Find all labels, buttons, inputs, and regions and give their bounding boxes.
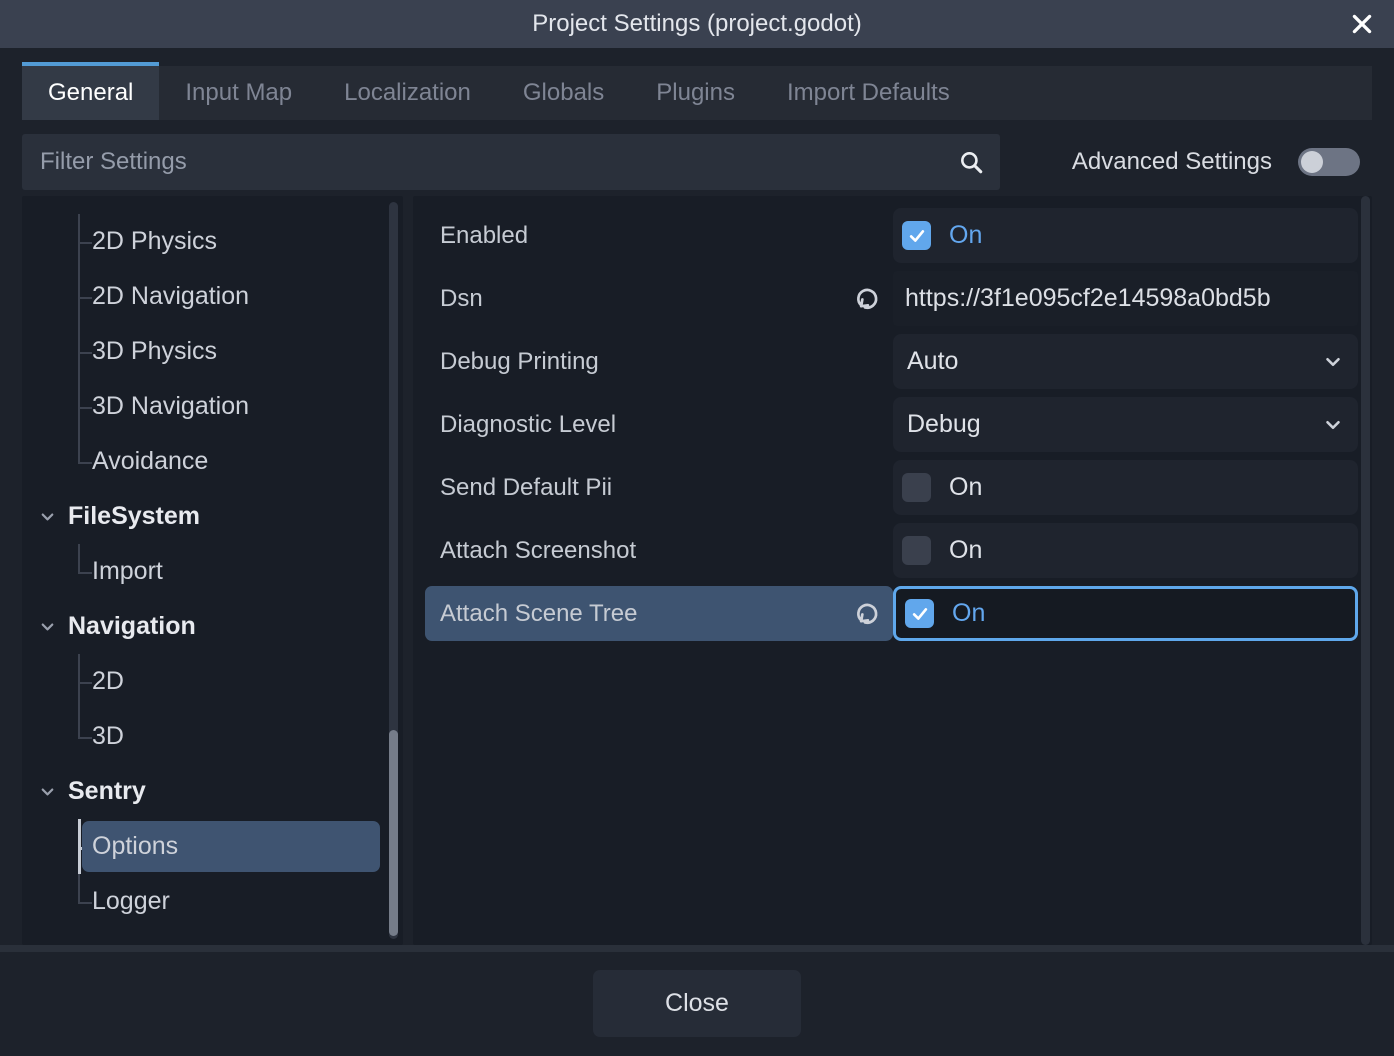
settings-tree: 2D Physics 2D Navigation 3D Physics 3D N… (22, 196, 403, 929)
tree-item-label: 2D Physics (92, 227, 217, 256)
tree-item-label: FileSystem (68, 502, 200, 531)
chevron-down-icon[interactable] (38, 782, 57, 801)
checkbox-state-label: On (949, 221, 982, 250)
panel-bottom-divider (0, 945, 1394, 952)
dialog-title: Project Settings (project.godot) (532, 10, 862, 38)
dsn-value: https://3f1e095cf2e14598a0bd5b (905, 284, 1271, 313)
enabled-checkbox-cell[interactable]: On (893, 208, 1358, 263)
tree-item-sentry[interactable]: Sentry (22, 764, 403, 819)
tree-item-3d-physics[interactable]: 3D Physics (22, 324, 403, 379)
filter-settings-box (22, 134, 1000, 190)
setting-label: Diagnostic Level (440, 411, 616, 439)
dropdown-value: Debug (907, 410, 981, 439)
checkbox-state-label: On (952, 599, 985, 628)
setting-row-debug-printing: Debug Printing Auto (413, 334, 1372, 389)
advanced-settings-toggle[interactable] (1298, 148, 1360, 176)
setting-row-enabled: Enabled On (413, 208, 1372, 263)
tree-item-import[interactable]: Import (22, 544, 403, 599)
chevron-down-icon (1322, 351, 1344, 373)
checkbox-checked-icon[interactable] (905, 599, 934, 628)
setting-label: Enabled (440, 222, 528, 250)
tree-item-label: Avoidance (92, 447, 208, 476)
tree-item-navigation[interactable]: Navigation (22, 599, 403, 654)
tree-item-2d-physics[interactable]: 2D Physics (22, 214, 403, 269)
setting-row-attach-scene-tree: Attach Scene Tree On (413, 586, 1372, 641)
tab-general[interactable]: General (22, 66, 159, 120)
tree-item-avoidance[interactable]: Avoidance (22, 434, 403, 489)
tree-item-2d[interactable]: 2D (22, 654, 403, 709)
checkbox-state-label: On (949, 536, 982, 565)
setting-label: Attach Screenshot (440, 537, 636, 565)
settings-detail-panel: Enabled On Dsn https://3f1e095cf2e14598a… (413, 196, 1372, 945)
tab-import-defaults[interactable]: Import Defaults (761, 66, 976, 120)
setting-row-diagnostic-level: Diagnostic Level Debug (413, 397, 1372, 452)
setting-label: Dsn (440, 285, 483, 313)
tree-item-2d-navigation[interactable]: 2D Navigation (22, 269, 403, 324)
chevron-down-icon[interactable] (38, 507, 57, 526)
revert-icon[interactable] (853, 285, 881, 313)
checkbox-unchecked-icon[interactable] (902, 536, 931, 565)
titlebar: Project Settings (project.godot) (0, 0, 1394, 48)
tree-item-logger[interactable]: Logger (22, 874, 403, 929)
setting-label: Debug Printing (440, 348, 599, 376)
setting-row-dsn: Dsn https://3f1e095cf2e14598a0bd5b (413, 271, 1372, 326)
setting-label: Attach Scene Tree (440, 600, 637, 628)
diagnostic-level-dropdown[interactable]: Debug (893, 397, 1358, 452)
advanced-settings-group: Advanced Settings (1072, 134, 1360, 190)
tree-item-label: 2D Navigation (92, 282, 249, 311)
advanced-settings-label: Advanced Settings (1072, 148, 1272, 176)
tab-label: Globals (523, 79, 604, 107)
tree-item-label: 3D Physics (92, 337, 217, 366)
attach-screenshot-checkbox-cell[interactable]: On (893, 523, 1358, 578)
tree-item-label: Options (92, 832, 178, 861)
toggle-knob (1301, 151, 1323, 173)
send-default-pii-checkbox-cell[interactable]: On (893, 460, 1358, 515)
checkbox-checked-icon[interactable] (902, 221, 931, 250)
tree-item-label: 3D Navigation (92, 392, 249, 421)
attach-scene-tree-checkbox-cell[interactable]: On (893, 586, 1358, 641)
tree-item-3d[interactable]: 3D (22, 709, 403, 764)
tab-label: General (48, 79, 133, 107)
dropdown-value: Auto (907, 347, 958, 376)
tree-scrollbar-grabber[interactable] (389, 730, 398, 936)
tree-item-label: 3D (92, 722, 124, 751)
tab-plugins[interactable]: Plugins (630, 66, 761, 120)
tab-bar: General Input Map Localization Globals P… (22, 66, 1372, 120)
close-icon[interactable] (1344, 6, 1380, 42)
tree-item-3d-navigation[interactable]: 3D Navigation (22, 379, 403, 434)
settings-rows: Enabled On Dsn https://3f1e095cf2e14598a… (413, 196, 1372, 641)
settings-scrollbar-track[interactable] (1361, 196, 1370, 945)
chevron-down-icon (1322, 414, 1344, 436)
project-settings-dialog: Project Settings (project.godot) General… (0, 0, 1394, 1056)
dsn-text-input[interactable]: https://3f1e095cf2e14598a0bd5b (893, 271, 1358, 326)
setting-row-send-default-pii: Send Default Pii On (413, 460, 1372, 515)
chevron-down-icon[interactable] (38, 617, 57, 636)
tree-item-label: Logger (92, 887, 170, 916)
tree-item-label: Navigation (68, 612, 196, 641)
settings-tree-panel: 2D Physics 2D Navigation 3D Physics 3D N… (22, 196, 403, 945)
tab-label: Import Defaults (787, 79, 950, 107)
tab-localization[interactable]: Localization (318, 66, 497, 120)
tree-item-filesystem[interactable]: FileSystem (22, 489, 403, 544)
revert-icon[interactable] (853, 600, 881, 628)
checkbox-state-label: On (949, 473, 982, 502)
search-icon (958, 149, 984, 175)
tab-label: Input Map (185, 79, 292, 107)
tree-item-label: Import (92, 557, 163, 586)
filter-settings-input[interactable] (22, 134, 958, 190)
close-button[interactable]: Close (593, 970, 801, 1037)
tree-item-label: Sentry (68, 777, 146, 806)
tab-input-map[interactable]: Input Map (159, 66, 318, 120)
debug-printing-dropdown[interactable]: Auto (893, 334, 1358, 389)
tab-globals[interactable]: Globals (497, 66, 630, 120)
tab-label: Localization (344, 79, 471, 107)
tree-item-options-selected[interactable]: Options (22, 819, 403, 874)
tree-item-label: 2D (92, 667, 124, 696)
tab-label: Plugins (656, 79, 735, 107)
setting-label: Send Default Pii (440, 474, 612, 502)
checkbox-unchecked-icon[interactable] (902, 473, 931, 502)
setting-row-attach-screenshot: Attach Screenshot On (413, 523, 1372, 578)
